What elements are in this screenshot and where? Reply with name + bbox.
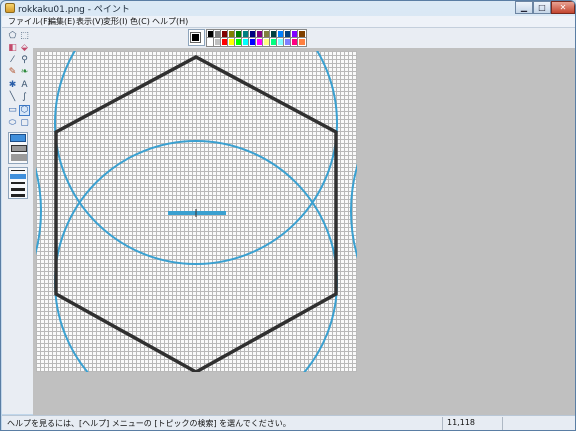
window-title: rokkaku01.png - ペイント [18, 5, 130, 15]
cursor-coordinates: 11,118 [447, 418, 475, 427]
curve-icon[interactable]: ∫ [19, 92, 30, 103]
palette-swatch[interactable] [297, 29, 307, 39]
color-picker-icon[interactable]: ⁄ [7, 55, 18, 66]
eraser-icon[interactable]: ◧ [7, 43, 18, 54]
menu-file[interactable]: ファイル(F) [8, 16, 51, 27]
fill-only-option[interactable] [11, 154, 27, 161]
polygon-icon[interactable]: ⬡ [19, 105, 30, 116]
menu-edit[interactable]: 編集(E) [48, 16, 75, 27]
menu-bar: ファイル(F) 編集(E) 表示(V) 変形(I) 色(C) ヘルプ(H) [2, 16, 575, 28]
status-divider [442, 417, 443, 430]
outline-fill-option[interactable] [11, 145, 27, 152]
toolbox: ⬠ ⬚ ◧ ⬙ ⁄ ⚲ ✎ ❧ ✱ A ╲ ∫ ▭ ⬡ ⬭ ▢ [2, 28, 33, 414]
line-width-4[interactable] [11, 188, 25, 191]
menu-image[interactable]: 変形(I) [103, 16, 128, 27]
brush-icon[interactable]: ❧ [19, 67, 30, 78]
line-width-1[interactable] [11, 170, 25, 171]
circle-right [350, 163, 357, 259]
rounded-rect-icon[interactable]: ▢ [19, 118, 30, 129]
menu-view[interactable]: 表示(V) [76, 16, 104, 27]
menu-colors[interactable]: 色(C) [130, 16, 150, 27]
rect-select-icon[interactable]: ⬚ [19, 31, 30, 42]
line-width-2-selected[interactable] [10, 174, 26, 179]
fill-icon[interactable]: ⬙ [19, 43, 30, 54]
line-width-3[interactable] [11, 182, 25, 184]
paint-window: rokkaku01.png - ペイント ▁ □ ✕ ファイル(F) 編集(E)… [0, 0, 576, 431]
current-colors[interactable] [188, 29, 205, 46]
palette-swatch[interactable] [297, 37, 307, 47]
color-palette [33, 28, 575, 48]
drawing-canvas[interactable] [36, 51, 357, 372]
free-select-icon[interactable]: ⬠ [7, 31, 18, 42]
outline-only-option[interactable] [10, 134, 26, 142]
status-help-text: ヘルプを見るには、[ヘルプ] メニューの [トピックの検索] を選んでください。 [7, 419, 291, 428]
circle-bottom [54, 140, 338, 372]
paint-app-icon[interactable] [5, 3, 15, 13]
airbrush-icon[interactable]: ✱ [7, 80, 18, 91]
status-divider [502, 417, 503, 430]
canvas-drawing [36, 51, 357, 372]
line-width-panel [8, 167, 28, 199]
minimize-button[interactable]: ▁ [515, 1, 533, 14]
magnifier-icon[interactable]: ⚲ [19, 55, 30, 66]
line-icon[interactable]: ╲ [7, 92, 18, 103]
text-tool-icon[interactable]: A [19, 80, 30, 91]
line-width-5[interactable] [11, 194, 25, 197]
circle-left [36, 166, 42, 256]
close-button[interactable]: ✕ [551, 1, 575, 14]
circle-top [54, 51, 338, 265]
rectangle-icon[interactable]: ▭ [7, 105, 18, 116]
pencil-icon[interactable]: ✎ [7, 67, 18, 78]
ellipse-icon[interactable]: ⬭ [7, 118, 18, 129]
canvas-area [33, 48, 575, 415]
primary-color-swatch [190, 32, 201, 43]
status-bar: ヘルプを見るには、[ヘルプ] メニューの [トピックの検索] を選んでください。… [2, 415, 575, 430]
title-bar[interactable]: rokkaku01.png - ペイント ▁ □ ✕ [1, 1, 575, 16]
fill-style-panel [8, 132, 28, 164]
menu-help[interactable]: ヘルプ(H) [152, 16, 188, 27]
maximize-button[interactable]: □ [533, 1, 551, 14]
